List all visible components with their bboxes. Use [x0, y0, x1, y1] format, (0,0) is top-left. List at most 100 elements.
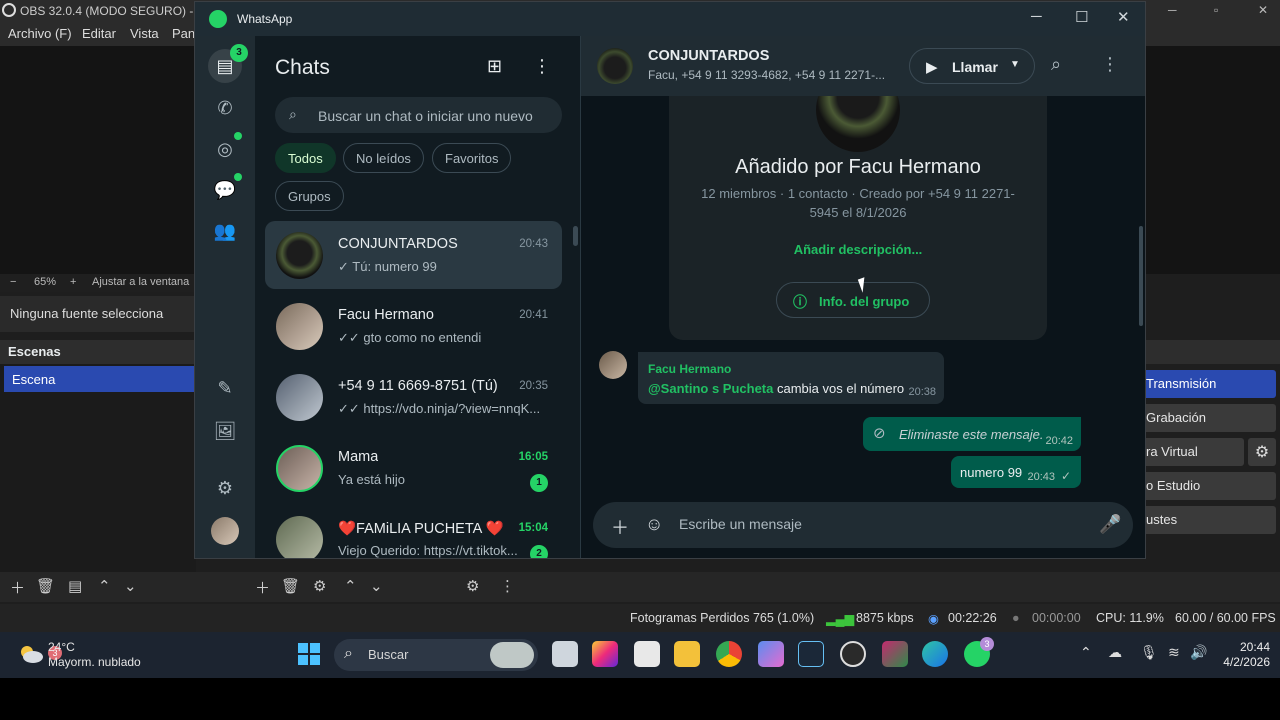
tray-expand-icon[interactable]: ⌃	[1080, 644, 1092, 661]
conversation-scrollbar[interactable]	[1139, 226, 1143, 326]
start-streaming-button[interactable]: Transmisión	[1140, 370, 1276, 398]
copilot-icon[interactable]	[758, 641, 784, 667]
start-button[interactable]	[298, 643, 320, 665]
outgoing-message[interactable]: numero 99 20:43 ✓	[951, 456, 1081, 488]
clock[interactable]: 20:44 4/2/2026	[1212, 640, 1270, 670]
incoming-message[interactable]: Facu Hermano @Santino s Pucheta cambia v…	[638, 352, 944, 404]
menu-panels[interactable]: Pan	[172, 26, 195, 41]
chrome-icon[interactable]	[716, 641, 742, 667]
game-icon[interactable]	[882, 641, 908, 667]
task-view-icon[interactable]	[552, 641, 578, 667]
virtual-camera-button[interactable]: ra Virtual	[1140, 438, 1244, 466]
filter-no-leidos[interactable]: No leídos	[343, 143, 424, 173]
zoom-out-button[interactable]: −	[10, 276, 16, 288]
scene-item[interactable]: Escena	[4, 366, 194, 392]
message-input[interactable]: Escribe un mensaje	[679, 516, 802, 532]
source-up-icon[interactable]: ⌃	[344, 577, 357, 595]
add-source-icon[interactable]: ＋	[255, 577, 270, 598]
chat-list-panel: Chats ⊞ ⋮ ⌕ Buscar un chat o iniciar uno…	[255, 36, 581, 558]
filter-scene-icon[interactable]: ▤	[68, 577, 82, 595]
taskbar-search[interactable]: ⌕ Buscar	[334, 639, 538, 671]
conversation-header[interactable]: CONJUNTARDOS Facu, +54 9 11 3293-4682, +…	[581, 36, 1145, 96]
menu-vista[interactable]: Vista	[130, 26, 159, 41]
message-sender[interactable]: Facu Hermano	[648, 362, 731, 376]
chat-row[interactable]: ❤️FAMiLIA PUCHETA ❤️ 15:04 Viejo Querido…	[265, 505, 562, 558]
communities-nav-icon[interactable]: 👥	[211, 217, 239, 245]
remove-scene-icon[interactable]: 🗑	[36, 577, 55, 595]
chat-list-scrollbar[interactable]	[573, 226, 578, 246]
chat-row[interactable]: Mama 16:05 Ya está hijo 1	[265, 434, 562, 502]
chat-row[interactable]: Facu Hermano 20:41 ✓✓ gto como no entend…	[265, 292, 562, 360]
menu-editar[interactable]: Editar	[82, 26, 116, 41]
steam-icon[interactable]	[798, 641, 824, 667]
settings-button[interactable]: ustes	[1140, 506, 1276, 534]
zoom-fit-button[interactable]: Ajustar a la ventana	[92, 276, 189, 288]
mixer-more-icon[interactable]: ⋮	[500, 577, 515, 595]
mixer-settings-icon[interactable]: ⚙	[466, 577, 479, 595]
maximize-icon[interactable]: ☐	[1075, 8, 1088, 26]
emoji-icon[interactable]: ☺	[645, 514, 663, 535]
obs-taskbar-icon[interactable]	[840, 641, 866, 667]
group-header-avatar[interactable]	[597, 48, 633, 84]
source-down-icon[interactable]: ⌄	[370, 577, 383, 595]
profile-avatar[interactable]	[211, 517, 239, 545]
conversation-menu-icon[interactable]: ⋮	[1101, 54, 1119, 75]
added-by-text: Añadido por Facu Hermano	[735, 156, 981, 178]
weather-desc: Mayorm. nublado	[48, 655, 141, 669]
filter-grupos[interactable]: Grupos	[275, 181, 344, 211]
sender-avatar[interactable]	[599, 351, 627, 379]
microphone-icon[interactable]: 🎙	[1140, 644, 1158, 661]
chat-row[interactable]: +54 9 11 6669-8751 (Tú) 20:35 ✓✓ https:/…	[265, 363, 562, 431]
onedrive-icon[interactable]: ☁	[1108, 644, 1122, 661]
edge-icon[interactable]	[922, 641, 948, 667]
new-chat-icon[interactable]: ⊞	[487, 56, 502, 77]
wifi-icon[interactable]: ≋	[1168, 644, 1180, 661]
microphone-icon[interactable]: 🎤	[1099, 514, 1121, 535]
source-settings-icon[interactable]: ⚙	[313, 577, 326, 595]
weather-temp: 24°C	[48, 640, 75, 654]
virtual-camera-gear-icon[interactable]: ⚙	[1248, 438, 1276, 466]
chat-row[interactable]: CONJUNTARDOS 20:43 ✓ Tú: numero 99	[265, 221, 562, 289]
menu-archivo[interactable]: Archivo (F)	[8, 26, 72, 41]
menu-dots-icon[interactable]: ⋮	[533, 56, 551, 77]
minimize-icon[interactable]: ─	[1031, 8, 1042, 25]
message-composer[interactable]: ＋ ☺ Escribe un mensaje 🎤	[593, 502, 1133, 548]
instagram-icon[interactable]	[592, 641, 618, 667]
attach-plus-icon[interactable]: ＋	[611, 514, 629, 540]
chat-search-input[interactable]: ⌕ Buscar un chat o iniciar uno nuevo	[275, 97, 562, 133]
media-nav-icon[interactable]: 🖼	[211, 417, 239, 445]
file-explorer-icon[interactable]	[674, 641, 700, 667]
filter-todos[interactable]: Todos	[275, 143, 336, 173]
group-meta: 12 miembros · 1 contacto · Creado por +5…	[701, 186, 1015, 220]
call-button[interactable]: ▶ Llamar ▼	[909, 48, 1035, 84]
obs-minimize-icon[interactable]: ─	[1168, 3, 1177, 17]
search-icon[interactable]: ⌕	[1051, 54, 1061, 75]
group-info-button[interactable]: ⓘ Info. del grupo	[776, 282, 930, 318]
chat-name: CONJUNTARDOS	[338, 236, 458, 252]
close-icon[interactable]: ✕	[1117, 8, 1130, 26]
add-description-link[interactable]: Añadir descripción...	[669, 242, 1047, 257]
filter-favoritos[interactable]: Favoritos	[432, 143, 512, 173]
chat-preview: ✓✓ gto como no entendi	[338, 330, 482, 345]
remove-source-icon[interactable]: 🗑	[281, 577, 300, 595]
studio-mode-button[interactable]: o Estudio	[1140, 472, 1276, 500]
obs-window-title: OBS 32.0.4 (MODO SEGURO) - Perf	[20, 4, 219, 18]
ai-nav-icon[interactable]: ✎	[211, 374, 239, 402]
group-members: Facu, +54 9 11 3293-4682, +54 9 11 2271-…	[648, 68, 886, 82]
deleted-icon: ⊘	[873, 425, 886, 442]
move-down-icon[interactable]: ⌄	[124, 577, 137, 595]
fps: 60.00 / 60.00 FPS	[1175, 611, 1276, 625]
settings-icon[interactable]: ⚙	[211, 474, 239, 502]
move-up-icon[interactable]: ⌃	[98, 577, 111, 595]
obs-close-icon[interactable]: ✕	[1258, 3, 1268, 17]
start-recording-button[interactable]: Grabación	[1140, 404, 1276, 432]
volume-icon[interactable]: 🔊	[1190, 644, 1207, 661]
add-scene-icon[interactable]: ＋	[10, 577, 25, 598]
microsoft-store-icon[interactable]	[634, 641, 660, 667]
zoom-in-button[interactable]: +	[70, 276, 76, 288]
calls-nav-icon[interactable]: ✆	[211, 94, 239, 122]
obs-maximize-icon[interactable]: ▫	[1214, 3, 1218, 17]
group-info-label: Info. del grupo	[819, 294, 910, 309]
deleted-message[interactable]: ⊘ Eliminaste este mensaje. 20:42	[863, 417, 1081, 451]
message-mention[interactable]: @Santino s Pucheta	[648, 381, 773, 396]
